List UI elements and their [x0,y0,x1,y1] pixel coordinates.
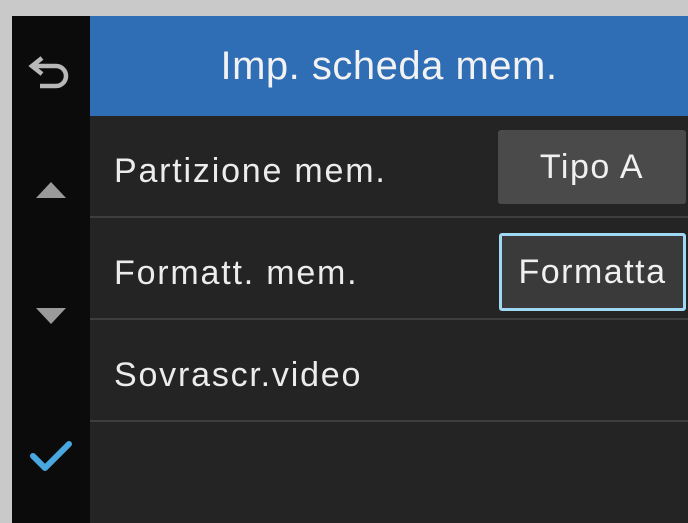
scroll-down-button[interactable] [12,286,90,346]
back-button[interactable] [12,40,90,100]
menu-item-overwrite-video[interactable]: Sovrascr.video [90,320,688,422]
triangle-down-icon [36,308,66,324]
menu-item-memory-partition[interactable]: Partizione mem. Tipo A [90,116,688,218]
menu-item-label: Partizione mem. [114,152,387,190]
menu-item-label: Formatt. mem. [114,254,359,292]
format-button[interactable]: Formatta [499,233,686,311]
camera-screen: Imp. scheda mem. Partizione mem. Tipo A … [12,16,688,523]
partition-type-button[interactable]: Tipo A [498,130,686,204]
checkmark-icon [30,441,72,471]
confirm-button[interactable] [12,426,90,486]
menu-item-label: Sovrascr.video [114,356,363,394]
settings-list: Partizione mem. Tipo A Formatt. mem. For… [90,116,688,523]
triangle-up-icon [36,182,66,198]
page-title: Imp. scheda mem. [90,16,688,116]
side-control-bar [12,16,90,523]
scroll-up-button[interactable] [12,160,90,220]
back-arrow-icon [28,56,69,89]
menu-item-format-memory[interactable]: Formatt. mem. Formatta [90,218,688,320]
